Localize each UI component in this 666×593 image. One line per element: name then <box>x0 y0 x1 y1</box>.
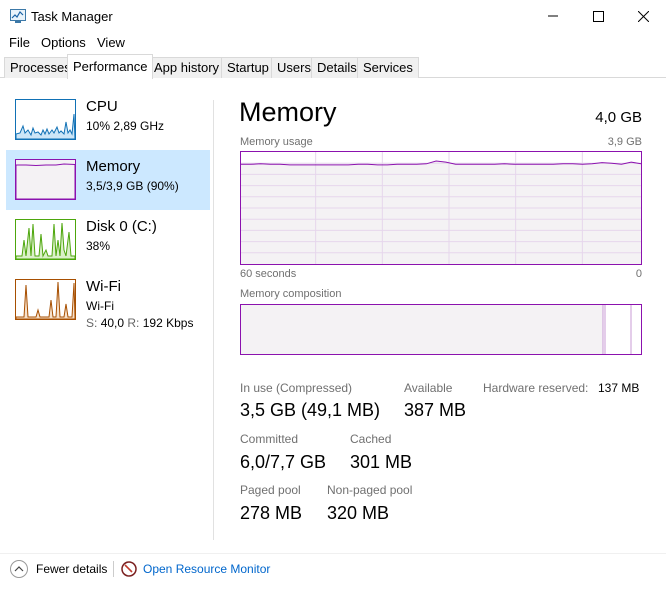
panel-divider <box>213 100 214 540</box>
open-resource-monitor-label: Open Resource Monitor <box>143 562 271 576</box>
wifi-send-value: 40,0 <box>100 316 125 330</box>
menu-view[interactable]: View <box>97 35 125 50</box>
composition-in-use <box>241 305 603 354</box>
memory-thumbnail <box>15 159 76 200</box>
open-resource-monitor-link[interactable]: Open Resource Monitor <box>121 559 270 579</box>
chevron-up-icon <box>10 560 28 578</box>
menu-file[interactable]: File <box>9 35 30 50</box>
task-manager-icon <box>10 9 26 23</box>
close-button[interactable] <box>620 0 666 32</box>
wifi-sparkline <box>16 281 75 319</box>
wifi-receive-label: R: <box>127 316 140 330</box>
memory-usage-label: Memory usage <box>240 136 313 148</box>
sidebar-memory-title: Memory <box>86 158 141 175</box>
sidebar-item-wifi[interactable]: Wi-Fi Wi-Fi S: 40,0 R: 192 Kbps <box>6 270 210 332</box>
tab-performance[interactable]: Performance <box>67 54 154 79</box>
sidebar-item-memory[interactable]: Memory 3,5/3,9 GB (90%) <box>6 150 210 210</box>
available-label: Available <box>404 381 453 395</box>
menu-options[interactable]: Options <box>41 35 86 50</box>
sidebar-cpu-sub: 10% 2,89 GHz <box>86 119 165 133</box>
memory-composition-bar <box>240 304 642 355</box>
composition-standby <box>605 305 631 354</box>
fewer-details-button[interactable]: Fewer details <box>10 559 107 579</box>
title-bar[interactable]: Task Manager <box>0 0 666 32</box>
close-icon <box>637 10 649 22</box>
sidebar-disk-sub: 38% <box>86 239 111 253</box>
wifi-send-label: S: <box>86 316 98 330</box>
sidebar-cpu-title: CPU <box>86 98 118 115</box>
disk-sparkline <box>16 222 75 259</box>
paged-pool-value: 278 MB <box>240 503 303 523</box>
maximize-icon <box>592 10 604 22</box>
disk-thumbnail <box>15 219 76 260</box>
sidebar-wifi-title: Wi-Fi <box>86 278 121 295</box>
window-title: Task Manager <box>31 9 113 24</box>
committed-label: Committed <box>240 432 299 446</box>
sidebar-memory-sub: 3,5/3,9 GB (90%) <box>86 179 179 193</box>
sidebar-disk-title: Disk 0 (C:) <box>86 218 157 235</box>
paged-pool-label: Paged pool <box>240 483 301 497</box>
memory-composition-chart <box>241 305 641 354</box>
minimize-button[interactable] <box>530 0 576 32</box>
graph-time-left: 60 seconds <box>240 268 297 280</box>
tab-strip: Processes Performance App history Startu… <box>0 52 666 79</box>
usage-area <box>241 161 641 264</box>
non-paged-pool-label: Non-paged pool <box>327 483 413 497</box>
committed-value: 6,0/7,7 GB <box>240 452 327 472</box>
memory-usage-chart <box>241 152 642 264</box>
wifi-thumbnail <box>15 279 76 320</box>
cpu-thumbnail <box>15 99 76 140</box>
sidebar-item-cpu[interactable]: CPU 10% 2,89 GHz <box>6 90 210 150</box>
sidebar-wifi-throughput: S: 40,0 R: 192 Kbps <box>86 316 193 330</box>
composition-free <box>631 305 641 354</box>
cpu-sparkline <box>16 113 75 139</box>
tab-startup[interactable]: Startup <box>221 57 275 78</box>
cached-label: Cached <box>350 432 392 446</box>
memory-usage-max: 3,9 GB <box>607 136 642 148</box>
cached-value: 301 MB <box>350 452 413 472</box>
memory-total: 4,0 GB <box>595 109 642 126</box>
page-title: Memory <box>239 97 337 127</box>
maximize-button[interactable] <box>575 0 621 32</box>
minimize-icon <box>548 15 558 17</box>
in-use-label: In use (Compressed) <box>240 381 353 395</box>
available-value: 387 MB <box>404 400 467 420</box>
tab-app-history[interactable]: App history <box>148 57 226 78</box>
footer-divider <box>0 553 666 554</box>
graph-time-right: 0 <box>635 268 642 280</box>
in-use-value: 3,5 GB (49,1 MB) <box>240 400 381 420</box>
tab-details[interactable]: Details <box>311 57 363 78</box>
non-paged-pool-value: 320 MB <box>327 503 390 523</box>
hardware-reserved-label: Hardware reserved: <box>483 381 589 395</box>
sidebar-item-disk[interactable]: Disk 0 (C:) 38% <box>6 210 210 270</box>
memory-composition-label: Memory composition <box>240 288 342 300</box>
menu-bar: File Options View <box>0 32 666 52</box>
memory-sparkline <box>16 163 75 199</box>
wifi-receive-value: 192 Kbps <box>142 316 194 330</box>
fewer-details-label: Fewer details <box>36 562 108 576</box>
tab-services[interactable]: Services <box>357 57 419 78</box>
sidebar-wifi-sub: Wi-Fi <box>86 299 114 313</box>
hardware-reserved-value: 137 MB <box>598 381 640 395</box>
memory-usage-graph <box>240 151 642 265</box>
resource-monitor-icon <box>121 561 137 577</box>
tab-processes[interactable]: Processes <box>4 57 77 78</box>
footer-separator <box>113 561 114 577</box>
